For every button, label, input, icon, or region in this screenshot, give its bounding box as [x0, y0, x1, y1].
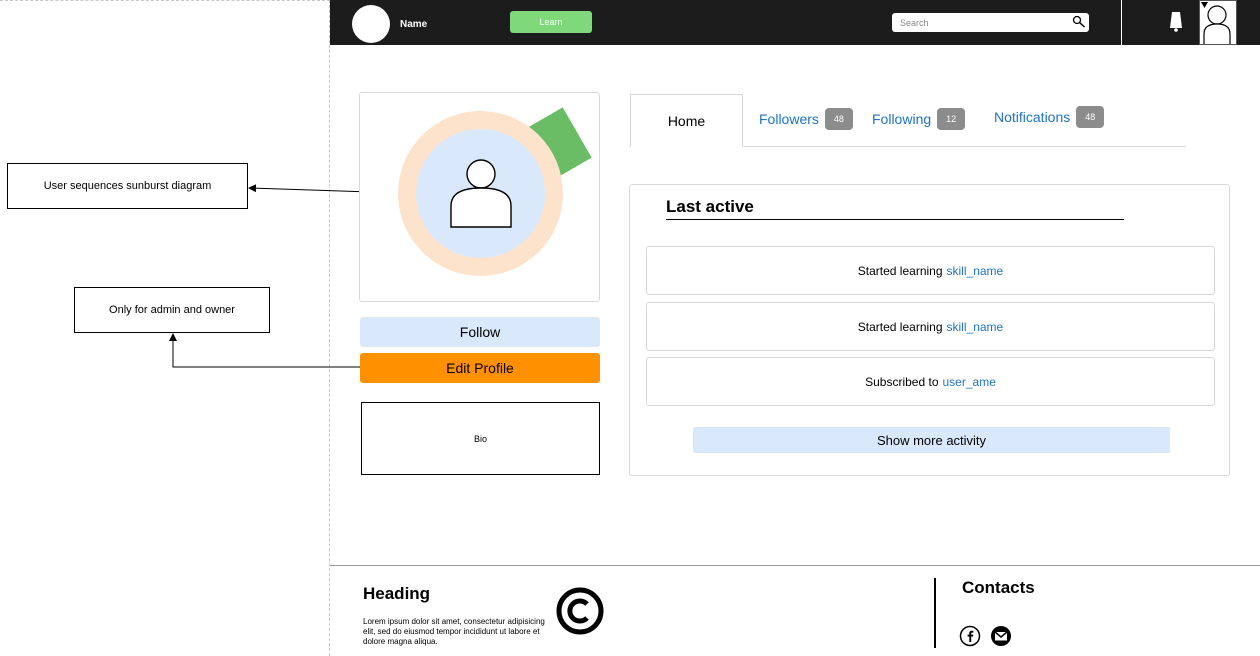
tab-notifications-label: Notifications [994, 109, 1071, 125]
user-avatar-menu[interactable] [1199, 0, 1237, 45]
tab-followers[interactable]: Followers 48 [759, 108, 853, 130]
profile-avatar-icon [450, 159, 512, 228]
annotation-sunburst-text: User sequences sunburst diagram [43, 180, 212, 192]
activity-item-link[interactable]: user_ame [943, 375, 996, 389]
show-more-activity-button[interactable]: Show more activity [693, 427, 1170, 453]
search-input[interactable] [892, 13, 1062, 33]
last-active-underline [666, 219, 1124, 220]
activity-item: Started learning skill_name [646, 246, 1215, 295]
footer-vertical-divider [934, 578, 936, 648]
mail-icon[interactable] [990, 625, 1012, 647]
contacts-heading: Contacts [962, 578, 1035, 597]
nav-divider [1121, 0, 1122, 45]
tab-following-label: Following [872, 111, 932, 127]
copyright-icon [556, 587, 604, 635]
last-active-title: Last active [666, 197, 754, 216]
tab-home[interactable]: Home [630, 94, 743, 147]
activity-item-text: Started learning [857, 263, 943, 278]
bell-icon[interactable] [1167, 10, 1185, 32]
footer-divider-line [330, 565, 1260, 566]
logo-circle[interactable] [352, 5, 390, 43]
activity-item-link[interactable]: skill_name [947, 264, 1004, 278]
edit-profile-button[interactable]: Edit Profile [360, 353, 600, 383]
caret-down-icon [1201, 2, 1208, 8]
tab-following[interactable]: Following 12 [872, 108, 966, 130]
top-navbar: Name Learn [330, 0, 1260, 45]
canvas-guide-left [329, 0, 330, 656]
bio-box: Bio [361, 402, 600, 475]
activity-item-text: Subscribed to [865, 374, 939, 389]
nav-user-name[interactable]: Name [400, 19, 427, 30]
connector-admin [169, 333, 360, 368]
followers-count-badge: 48 [824, 108, 853, 130]
footer-text: Lorem ipsum dolor sit amet, consectetur … [363, 617, 545, 646]
learn-button-label: Learn [539, 17, 563, 27]
bio-text: Bio [473, 433, 487, 444]
activity-item: Subscribed to user_ame [646, 357, 1215, 406]
activity-item-link[interactable]: skill_name [947, 320, 1004, 334]
annotation-admin-only-text: Only for admin and owner [109, 304, 235, 316]
activity-item: Started learning skill_name [646, 302, 1215, 351]
following-count-badge: 12 [937, 108, 966, 130]
notifications-count-badge: 48 [1076, 106, 1105, 128]
user-avatar-icon [1203, 5, 1231, 44]
facebook-icon[interactable] [959, 625, 981, 647]
annotation-sunburst: User sequences sunburst diagram [7, 163, 248, 209]
activity-item-text: Started learning [857, 319, 943, 334]
tab-notifications[interactable]: Notifications 48 [994, 106, 1105, 128]
follow-button[interactable]: Follow [360, 317, 600, 347]
search-icon[interactable] [1072, 15, 1086, 29]
learn-button[interactable]: Learn [510, 11, 592, 33]
search-box [892, 13, 1089, 33]
tab-followers-label: Followers [759, 111, 819, 127]
canvas-guide-top [0, 0, 330, 1]
tab-home-label: Home [667, 112, 706, 129]
annotation-admin-only: Only for admin and owner [74, 287, 270, 333]
footer-heading: Heading [363, 584, 431, 603]
